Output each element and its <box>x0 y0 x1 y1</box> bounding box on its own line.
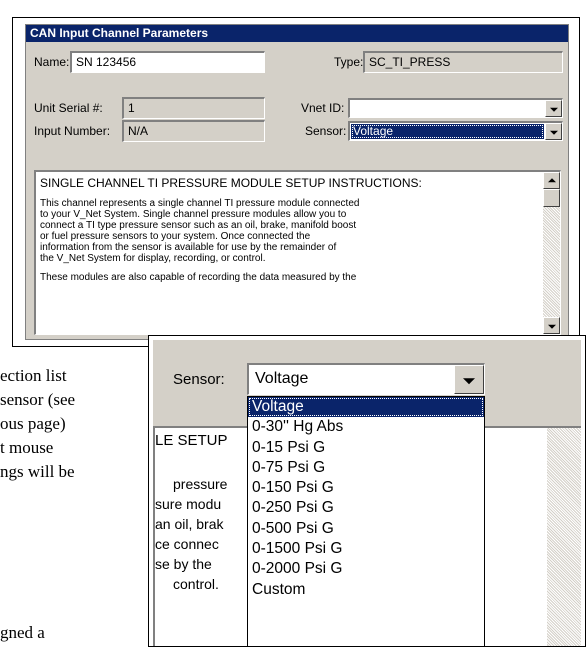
sensor-label: Sensor: <box>305 124 347 138</box>
sensor-option-0-500-psi-g[interactable]: 0-500 Psi G <box>248 519 484 539</box>
text-line: connect a TI type pressure sensor such a… <box>40 220 357 231</box>
sensor-option-custom[interactable]: Custom <box>248 580 484 600</box>
sensor-option-0-150-psi-g[interactable]: 0-150 Psi G <box>248 478 484 498</box>
text-fragment: se by the <box>155 556 212 572</box>
dialog-title: CAN Input Channel Parameters <box>26 25 568 42</box>
sensor-option-0-1500-psi-g[interactable]: 0-1500 Psi G <box>248 539 484 559</box>
vnet-id-dropdown[interactable] <box>348 98 563 118</box>
sensor-label: Sensor: <box>173 371 225 388</box>
instructions-paragraph-1: This channel represents a single channel… <box>40 198 538 264</box>
text-fragment: control. <box>173 576 219 592</box>
chevron-down-icon <box>463 377 475 384</box>
text-line: the V_Net System for display, recording,… <box>40 253 266 264</box>
sensor-dropdown[interactable]: Voltage <box>247 363 485 395</box>
sensor-option-0-75-psi-g[interactable]: 0-75 Psi G <box>248 458 484 478</box>
doc-text-fragment: ection list <box>0 366 67 385</box>
instructions-textbox[interactable]: SINGLE CHANNEL TI PRESSURE MODULE SETUP … <box>34 170 561 335</box>
sensor-value: Voltage <box>255 370 309 387</box>
type-label: Type: <box>334 55 364 69</box>
text-fragment: LE SETUP <box>155 432 228 449</box>
input-number-field: N/A <box>122 120 265 142</box>
dialog-face: Sensor: Voltage LE SETUP pressure sure m… <box>153 340 581 646</box>
doc-text-fragment: sensor (see <box>0 390 76 409</box>
text-fragment: an oil, brak <box>155 516 224 532</box>
scroll-up-button[interactable] <box>543 172 560 189</box>
scroll-thumb[interactable] <box>543 189 560 207</box>
instructions-scrollbar[interactable] <box>547 428 581 646</box>
instructions-paragraph-2: These modules are also capable of record… <box>40 272 538 283</box>
dialog-face: CAN Input Channel Parameters Name: SN 12… <box>25 24 569 340</box>
name-label: Name: <box>34 55 70 69</box>
text-line: These modules are also capable of record… <box>40 272 357 283</box>
text-fragment: sure modu <box>155 496 222 512</box>
doc-text-fragment: ous page) <box>0 414 66 433</box>
sensor-options-list[interactable]: Voltage 0-30'' Hg Abs 0-15 Psi G 0-75 Ps… <box>247 396 485 646</box>
sensor-dropdown-button[interactable] <box>454 365 484 394</box>
sensor-option-0-250-psi-g[interactable]: 0-250 Psi G <box>248 498 484 518</box>
type-field: SC_TI_PRESS <box>363 51 563 73</box>
doc-text-fragment: ngs will be <box>0 462 75 481</box>
sensor-dropdown-zoom: Sensor: Voltage LE SETUP pressure sure m… <box>148 335 586 647</box>
sensor-option-voltage[interactable]: Voltage <box>248 397 484 418</box>
text-line: This channel represents a single channel… <box>40 198 360 209</box>
unit-serial-field: 1 <box>122 97 265 119</box>
chevron-down-icon <box>549 107 558 112</box>
instructions-scrollbar[interactable] <box>543 172 560 334</box>
text-line: or fuel pressure sensors to your system.… <box>40 231 311 242</box>
doc-text-fragment: gned a <box>0 623 45 642</box>
name-field[interactable]: SN 123456 <box>70 51 265 73</box>
doc-text-fragment: t mouse <box>0 438 54 457</box>
text-line: to your V_Net System. Single channel pre… <box>40 209 347 220</box>
sensor-value: Voltage <box>351 124 544 139</box>
chevron-up-icon <box>547 177 556 182</box>
text-fragment: pressure <box>173 476 228 492</box>
can-input-channel-dialog: CAN Input Channel Parameters Name: SN 12… <box>12 17 580 347</box>
instructions-text: SINGLE CHANNEL TI PRESSURE MODULE SETUP … <box>40 176 538 332</box>
sensor-option-0-2000-psi-g[interactable]: 0-2000 Psi G <box>248 559 484 579</box>
unit-serial-label: Unit Serial #: <box>34 101 103 115</box>
chevron-down-icon <box>549 130 558 135</box>
chevron-down-icon <box>547 324 556 329</box>
vnet-id-dropdown-button[interactable] <box>545 100 562 117</box>
scroll-down-button[interactable] <box>543 317 560 334</box>
vnet-id-label: Vnet ID: <box>301 101 345 115</box>
input-number-label: Input Number: <box>34 124 111 138</box>
sensor-option-0-30-hg-abs[interactable]: 0-30'' Hg Abs <box>248 417 484 437</box>
sensor-dropdown[interactable]: Voltage <box>348 121 563 141</box>
text-fragment: ce connec <box>155 536 219 552</box>
sensor-dropdown-button[interactable] <box>545 123 562 140</box>
text-line: information from the sensor is available… <box>40 242 337 253</box>
sensor-option-0-15-psi-g[interactable]: 0-15 Psi G <box>248 438 484 458</box>
vnet-id-value <box>351 101 544 116</box>
instructions-heading: SINGLE CHANNEL TI PRESSURE MODULE SETUP … <box>40 176 422 190</box>
